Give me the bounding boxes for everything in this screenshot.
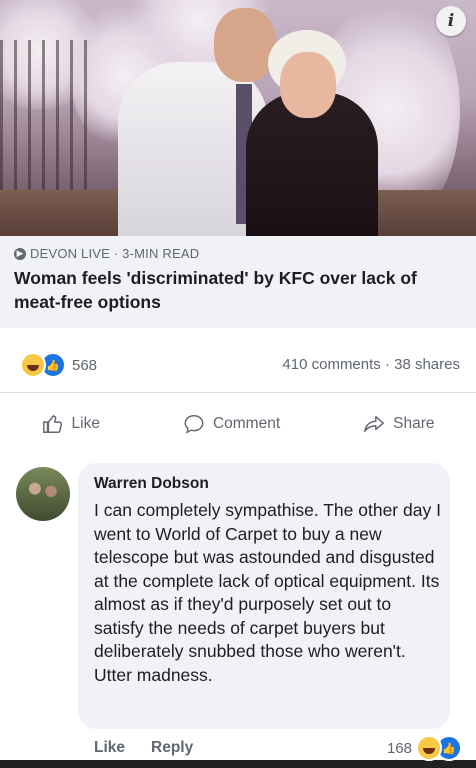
haha-reaction-icon: [416, 735, 442, 761]
thumbs-up-icon: [42, 414, 62, 433]
comment-label: Comment: [212, 415, 281, 432]
like-button[interactable]: Like: [42, 413, 100, 435]
bottom-edge: [0, 760, 476, 768]
comment-actions: Like Reply: [94, 739, 193, 757]
source-label: DEVON LIVE · 3-MIN READ: [30, 246, 200, 261]
post-image[interactable]: i: [0, 0, 476, 236]
article-icon: ▶: [14, 247, 26, 260]
comment-section: Warren Dobson I can completely sympathis…: [0, 455, 476, 768]
like-label: Like: [71, 415, 100, 432]
link-preview[interactable]: ▶ DEVON LIVE · 3-MIN READ Woman feels 'd…: [0, 236, 476, 328]
comment-bubble: Warren Dobson I can completely sympathis…: [78, 463, 450, 729]
reaction-count: 568: [72, 356, 98, 374]
post-actions: Like Comment Share: [0, 393, 476, 455]
share-label: Share: [393, 415, 435, 432]
share-button[interactable]: Share: [363, 413, 435, 435]
comment-button[interactable]: Comment: [183, 413, 280, 435]
info-icon[interactable]: i: [436, 6, 466, 36]
woman-face: [280, 52, 336, 118]
comment-author[interactable]: Warren Dobson: [94, 475, 209, 493]
railing: [0, 40, 90, 200]
article-headline[interactable]: Woman feels 'discriminated' by KFC over …: [14, 266, 454, 314]
reaction-summary[interactable]: 👍 568: [20, 352, 97, 378]
source-line: ▶ DEVON LIVE · 3-MIN READ: [14, 246, 199, 261]
haha-reaction-icon: [20, 352, 46, 378]
comment-text: I can completely sympathise. The other d…: [94, 500, 441, 685]
avatar[interactable]: [16, 467, 70, 521]
comment-reactions[interactable]: 168 👍: [387, 735, 462, 761]
comment-like-button[interactable]: Like: [94, 739, 125, 757]
comment-reply-button[interactable]: Reply: [151, 739, 193, 757]
comment-icon: [184, 415, 204, 434]
share-icon: [364, 415, 385, 433]
post-stats: 👍 568 410 comments · 38 shares: [0, 328, 476, 393]
comments-shares-count[interactable]: 410 comments · 38 shares: [282, 356, 460, 373]
man-head: [214, 8, 276, 82]
comment-reaction-count: 168: [386, 739, 412, 757]
